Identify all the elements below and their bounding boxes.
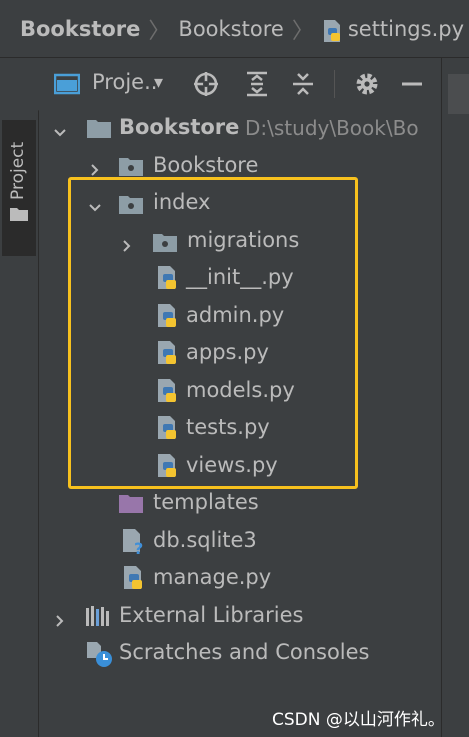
file-label: apps.py [186, 340, 269, 364]
breadcrumb-separator: 〉 [148, 18, 171, 44]
python-file-icon [156, 265, 180, 296]
project-view-icon [54, 72, 80, 96]
root-project-name: Bookstore [119, 115, 240, 139]
file-label: __init__.py [186, 265, 294, 289]
chevron-right-icon[interactable] [53, 609, 67, 627]
tree-row-file[interactable]: apps.py [39, 335, 441, 371]
project-view-selector[interactable]: Proje.. [92, 70, 157, 94]
folder-label: migrations [187, 228, 300, 252]
tree-row-templates[interactable]: templates [39, 485, 441, 521]
tree-row-bookstore[interactable]: Bookstore [39, 147, 441, 183]
watermark: CSDN @以山河作礼。 [272, 710, 445, 730]
chevron-right-icon[interactable] [88, 158, 102, 176]
python-file-icon [156, 378, 180, 409]
external-libraries-label: External Libraries [119, 603, 304, 627]
gear-icon[interactable] [354, 70, 380, 98]
tree-row-root[interactable]: Bookstore D:\study\Book\Bo [39, 110, 441, 146]
chevron-down-icon[interactable]: ▾ [154, 72, 163, 93]
tree-row-manage[interactable]: manage.py [39, 560, 441, 596]
chevron-down-icon[interactable] [53, 121, 67, 137]
chevron-right-icon[interactable] [120, 234, 134, 252]
folder-icon [119, 493, 143, 518]
tree-row-file[interactable]: admin.py [39, 298, 441, 334]
folder-icon [153, 232, 177, 257]
editor-edge [441, 58, 469, 737]
collapse-all-icon[interactable] [290, 70, 316, 98]
editor-tab-edge [448, 74, 469, 114]
tree-row-file[interactable]: tests.py [39, 410, 441, 446]
tree-row-migrations[interactable]: migrations [39, 223, 441, 259]
svg-text:?: ? [134, 539, 143, 556]
file-label: views.py [186, 453, 278, 477]
tree-row-file[interactable]: __init__.py [39, 260, 441, 296]
file-label: db.sqlite3 [153, 528, 257, 552]
python-file-icon [156, 453, 180, 484]
tree-row-index[interactable]: index [39, 185, 441, 221]
breadcrumb-separator: 〉 [291, 18, 314, 44]
tree-row-scratches[interactable]: Scratches and Consoles [39, 635, 441, 671]
breadcrumb: Bookstore 〉 Bookstore 〉 settings.py [0, 0, 469, 58]
project-toolbar: Proje.. ▾ [38, 58, 469, 111]
project-tree: Bookstore D:\study\Book\Bo Bookstore ind… [39, 110, 441, 737]
scratches-icon [85, 640, 113, 673]
python-file-icon [156, 340, 180, 371]
database-file-icon: ? [121, 528, 147, 561]
root-project-path: D:\study\Book\Bo [245, 116, 419, 140]
file-label: admin.py [186, 303, 285, 327]
toolbar-divider [334, 70, 335, 98]
libraries-icon [85, 605, 111, 632]
hide-icon[interactable] [400, 70, 424, 98]
folder-label: index [153, 190, 211, 214]
breadcrumb-item-package[interactable]: Bookstore [178, 17, 283, 41]
breadcrumb-item-file[interactable]: settings.py [348, 17, 464, 41]
tree-row-external-libraries[interactable]: External Libraries [39, 598, 441, 634]
tree-row-file[interactable]: views.py [39, 448, 441, 484]
folder-icon [10, 206, 28, 221]
tool-window-strip: Project [0, 58, 39, 737]
scratches-label: Scratches and Consoles [119, 640, 370, 664]
project-tool-label[interactable]: Project [8, 142, 28, 200]
chevron-down-icon[interactable] [88, 196, 102, 212]
folder-icon [119, 156, 143, 181]
python-file-icon [156, 303, 180, 334]
file-label: tests.py [186, 415, 270, 439]
tree-row-file[interactable]: models.py [39, 373, 441, 409]
folder-icon [119, 194, 143, 219]
breadcrumb-item-project[interactable]: Bookstore [20, 17, 140, 41]
locate-icon[interactable] [192, 70, 220, 98]
python-file-icon [122, 565, 146, 596]
python-file-icon [156, 415, 180, 446]
file-label: manage.py [153, 565, 272, 589]
file-label: models.py [186, 378, 295, 402]
expand-all-icon[interactable] [244, 70, 270, 98]
folder-label: templates [153, 490, 259, 514]
python-file-icon [322, 19, 344, 43]
folder-icon [87, 118, 111, 143]
folder-label: Bookstore [153, 153, 259, 177]
tree-row-db[interactable]: ? db.sqlite3 [39, 523, 441, 559]
